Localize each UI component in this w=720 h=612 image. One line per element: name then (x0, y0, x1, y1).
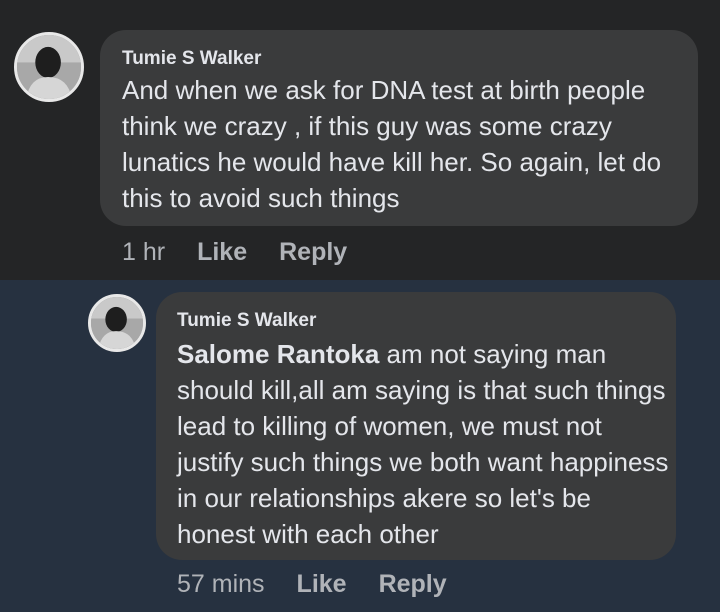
reply-actions: 57 mins Like Reply (177, 570, 447, 599)
comment-text: And when we ask for DNA test at birth pe… (122, 75, 662, 213)
reply-text-body: am not saying man should kill,all am say… (177, 339, 669, 549)
reply-timestamp[interactable]: 57 mins (177, 570, 265, 599)
reply-author[interactable]: Tumie S Walker (177, 310, 316, 332)
reply-section: Tumie S Walker Salome Rantoka am not say… (0, 280, 720, 612)
profile-photo-icon (91, 297, 143, 349)
comment-bubble: Tumie S Walker And when we ask for DNA t… (100, 30, 698, 226)
comment-section: Tumie S Walker And when we ask for DNA t… (0, 0, 720, 280)
like-button[interactable]: Like (297, 570, 347, 599)
reply-button[interactable]: Reply (279, 238, 347, 267)
comment-author[interactable]: Tumie S Walker (122, 48, 261, 70)
comment-timestamp[interactable]: 1 hr (122, 238, 165, 267)
reply-text: Salome Rantoka am not saying man should … (177, 336, 671, 552)
reply-bubble: Tumie S Walker Salome Rantoka am not say… (156, 292, 676, 560)
reply-button[interactable]: Reply (379, 570, 447, 599)
comment-actions: 1 hr Like Reply (122, 238, 347, 267)
mention-link[interactable]: Salome Rantoka (177, 339, 379, 369)
avatar[interactable] (88, 294, 146, 352)
profile-photo-icon (17, 35, 81, 99)
avatar[interactable] (14, 32, 84, 102)
like-button[interactable]: Like (197, 238, 247, 267)
